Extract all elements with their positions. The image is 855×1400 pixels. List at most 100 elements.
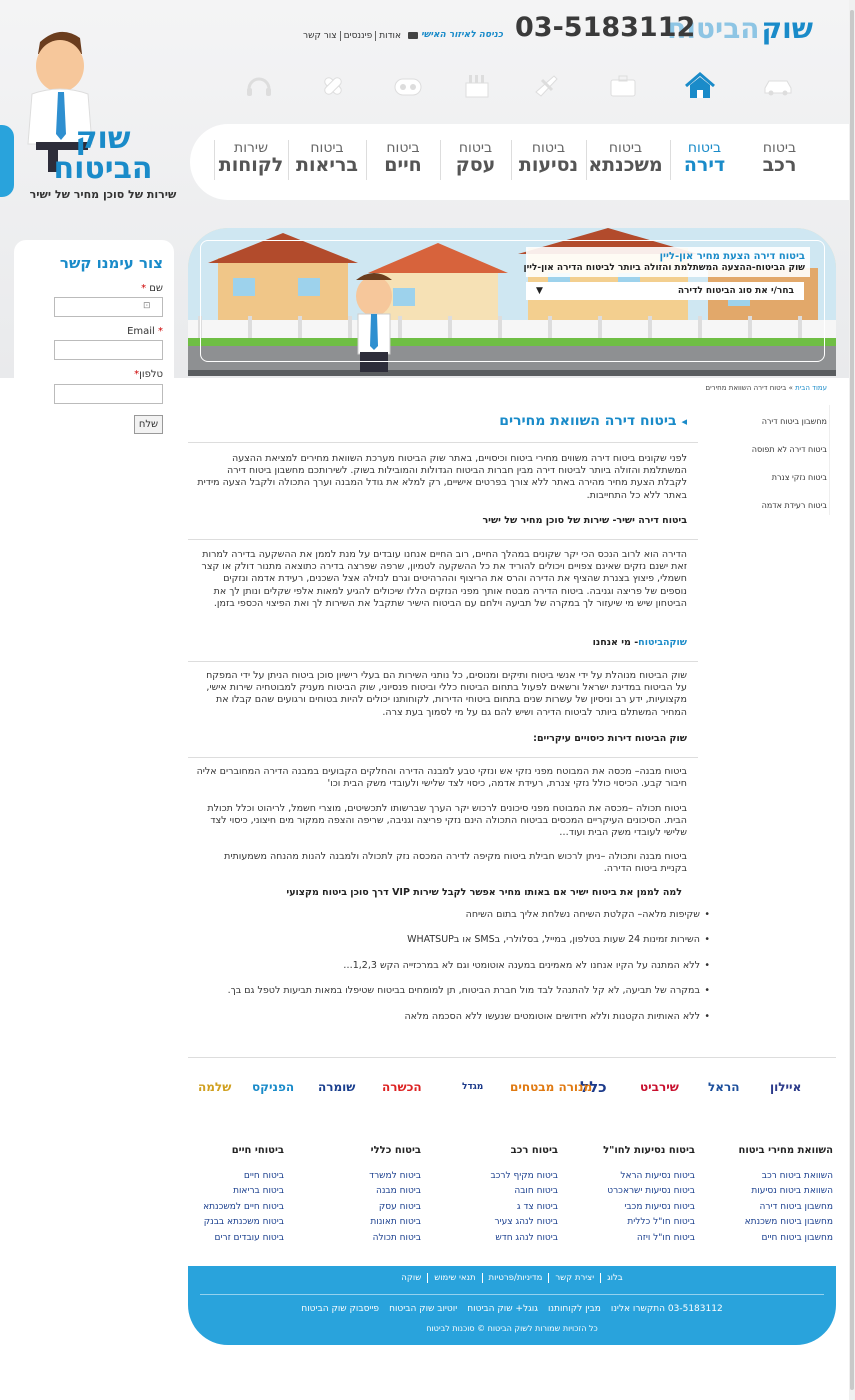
side-accent-bar xyxy=(0,125,14,197)
email-field[interactable] xyxy=(54,340,163,360)
top-nav-about[interactable]: אודות xyxy=(375,31,404,41)
hero-title: ביטוח דירה הצעת מחיר און-ליין xyxy=(659,251,805,262)
intro-paragraph: לפני שקונים ביטוח דירה משווים מחירי ביטו… xyxy=(197,453,687,501)
briefcase-icon[interactable] xyxy=(607,72,639,100)
footer-column-title: ביטוח רכב xyxy=(510,1145,558,1156)
footer-link[interactable]: ביטוח צד ג xyxy=(517,1202,558,1212)
footer-link[interactable]: ביטוח תאונות xyxy=(370,1217,421,1227)
insurer-logo[interactable]: שומרה xyxy=(318,1075,355,1099)
scrollbar-thumb[interactable] xyxy=(850,10,854,1390)
car-icon[interactable] xyxy=(762,72,794,100)
footer-phone-link[interactable]: 03-5183112 התקשרו אלינו xyxy=(611,1304,723,1314)
footer-link[interactable]: ביטוח לנהג צעיר xyxy=(495,1217,558,1227)
tab-life[interactable]: ביטוח חיים xyxy=(366,140,439,180)
insurer-logo[interactable]: איילון xyxy=(770,1075,801,1099)
footer-link[interactable]: ביטוח נסיעות ישראכרט xyxy=(607,1186,695,1196)
divider xyxy=(188,661,698,662)
breadcrumb-home[interactable]: עמוד הבית xyxy=(795,384,827,392)
footer-link[interactable]: ביטוח נסיעות הראל xyxy=(620,1171,695,1181)
bandage-icon[interactable] xyxy=(317,72,349,100)
top-nav-finance[interactable]: פיננסים xyxy=(339,31,376,41)
phone-label-text: טלפון xyxy=(139,369,163,380)
tab-line2: עסק xyxy=(455,154,496,176)
required-mark: * xyxy=(141,283,147,294)
tab-line2: רכב xyxy=(762,154,797,176)
phone-label: טלפון* xyxy=(134,369,163,380)
insurance-type-select[interactable]: בחר/י את סוג הביטוח לדירה ▼ xyxy=(526,282,804,300)
footer-link[interactable]: מחשבון ביטוח דירה xyxy=(760,1202,833,1212)
hero-subtitle: שוק הביטוח-ההצעה המשתלמת והזולה ביותר לב… xyxy=(523,263,806,273)
home-icon[interactable] xyxy=(684,72,716,100)
footer-link[interactable]: מחשבון ביטוח משכנתא xyxy=(745,1217,833,1227)
footer-link[interactable]: ביטוח מבנה xyxy=(376,1186,421,1196)
list-item: שקיפות מלאה– הקלטת השיחה נשלחת אליך בתום… xyxy=(180,909,710,920)
side-menu-item[interactable]: ביטוח דירה לא תפוסה xyxy=(752,445,827,454)
insurer-logo[interactable]: שלמה xyxy=(198,1075,231,1099)
insurer-logo[interactable]: הראל xyxy=(708,1075,739,1099)
footer-link[interactable]: ביטוח לנהג חדש xyxy=(495,1233,558,1243)
insurer-logo[interactable]: שירביט xyxy=(640,1075,679,1099)
name-field[interactable]: ⊡ xyxy=(54,297,163,317)
tab-customer-service[interactable]: שירות לקוחות xyxy=(214,140,287,180)
footer-link[interactable]: ביטוח חו"ל ויזה xyxy=(637,1233,695,1243)
tab-mortgage[interactable]: ביטוח משכנתא xyxy=(586,140,664,180)
footer-column-title: ביטוח נסיעות לחו"ל xyxy=(603,1145,695,1156)
tab-business[interactable]: ביטוח עסק xyxy=(440,140,510,180)
breadcrumb-current: ביטוח דירה השוואת מחירים xyxy=(705,384,787,392)
insurer-logo[interactable]: הכשרה xyxy=(382,1075,422,1099)
insurer-logo[interactable]: מנורה מבטחים xyxy=(510,1075,592,1099)
footer-nav-link[interactable]: בלוג xyxy=(600,1273,629,1283)
insurer-logo[interactable]: הפניקס xyxy=(252,1075,294,1099)
footer-link[interactable]: ביטוח למשרד xyxy=(369,1171,421,1181)
tab-car[interactable]: ביטוח רכב xyxy=(752,140,807,180)
contact-title: צור עימנו קשר xyxy=(59,254,163,272)
footer-link[interactable]: ביטוח עסק xyxy=(379,1202,421,1212)
factory-icon[interactable] xyxy=(461,72,493,100)
insurer-logo[interactable]: מגדל xyxy=(462,1075,483,1099)
footer-link[interactable]: מחשבון ביטוח חיים xyxy=(762,1233,833,1243)
divider xyxy=(188,1057,836,1058)
section-heading: ביטוח דירה ישיר- שירות של סוכן מחיר של י… xyxy=(482,515,687,526)
footer-nav-link[interactable]: תנאי שימוש xyxy=(427,1273,481,1283)
footer-social-link[interactable]: גוגל+ שוק הביטוח xyxy=(467,1304,538,1314)
footer-link[interactable]: ביטוח חיים למשכנתא xyxy=(203,1202,284,1212)
top-nav-contact[interactable]: צור קשר xyxy=(300,31,340,41)
top-nav: אודות פיננסים צור קשר xyxy=(300,31,404,41)
footer-social-link[interactable]: מבין לקוחותנו xyxy=(548,1304,601,1314)
footer-link[interactable]: ביטוח עובדים זרים xyxy=(215,1233,284,1243)
list-item: ללא המתנה על הקיו אנחנו לא מאמינים במענה… xyxy=(180,960,710,971)
footer-link[interactable]: ביטוח מקיף לרכב xyxy=(490,1171,558,1181)
tab-health[interactable]: ביטוח בריאות xyxy=(288,140,365,180)
footer-nav-link[interactable]: יצירת קשר xyxy=(548,1273,600,1283)
tab-travel[interactable]: ביטוח נסיעות xyxy=(511,140,585,180)
tab-apartment[interactable]: ביטוח דירה xyxy=(670,140,738,180)
plane-icon[interactable] xyxy=(530,72,562,100)
send-button[interactable]: שלח xyxy=(134,415,163,434)
select-value: בחר/י את סוג הביטוח לדירה xyxy=(677,286,794,296)
side-menu-item[interactable]: מחשבון ביטוח דירה xyxy=(762,417,827,426)
footer-link[interactable]: ביטוח חיים xyxy=(244,1171,284,1181)
wallet-icon xyxy=(408,32,418,39)
footer-link[interactable]: ביטוח נסיעות מכבי xyxy=(624,1202,695,1212)
phone-number[interactable]: 03-5183112 xyxy=(515,12,695,43)
site-logo[interactable]: שוק הביטוח שירות של סוכן מחיר של ישיר xyxy=(28,124,178,202)
footer-nav-link[interactable]: מדיניות/פרטיות xyxy=(481,1273,549,1283)
footer-link[interactable]: ביטוח חו"ל כללית xyxy=(627,1217,695,1227)
footer-link[interactable]: ביטוח תכולה xyxy=(373,1233,421,1243)
footer-social-link[interactable]: פייסבוק שוק הביטוח xyxy=(301,1304,379,1314)
list-item: במקרה של תביעה, לא קל להתנהל לבד מול חבר… xyxy=(180,985,710,996)
login-link[interactable]: כניסה לאיזור האישי xyxy=(408,30,503,40)
phone-field[interactable] xyxy=(54,384,163,404)
login-label: כניסה לאיזור האישי xyxy=(421,30,503,40)
footer-link[interactable]: השוואת ביטוח רכב xyxy=(762,1171,833,1181)
footer-social-link[interactable]: יוטיוב שוק הביטוח xyxy=(389,1304,457,1314)
footer-link[interactable]: ביטוח בריאות xyxy=(233,1186,284,1196)
footer-link[interactable]: ביטוח חובה xyxy=(514,1186,558,1196)
side-menu-item[interactable]: ביטוח נזקי צנרת xyxy=(772,473,827,482)
footer-link[interactable]: ביטוח משכנתא בבנק xyxy=(204,1217,284,1227)
footer-nav-link[interactable]: שוקה xyxy=(395,1273,427,1283)
headset-icon[interactable] xyxy=(243,72,275,100)
side-menu-item[interactable]: ביטוח רעידת אדמה xyxy=(762,501,827,510)
stethoscope-icon[interactable] xyxy=(392,72,424,100)
footer-link[interactable]: השוואת ביטוח נסיעות xyxy=(751,1186,833,1196)
